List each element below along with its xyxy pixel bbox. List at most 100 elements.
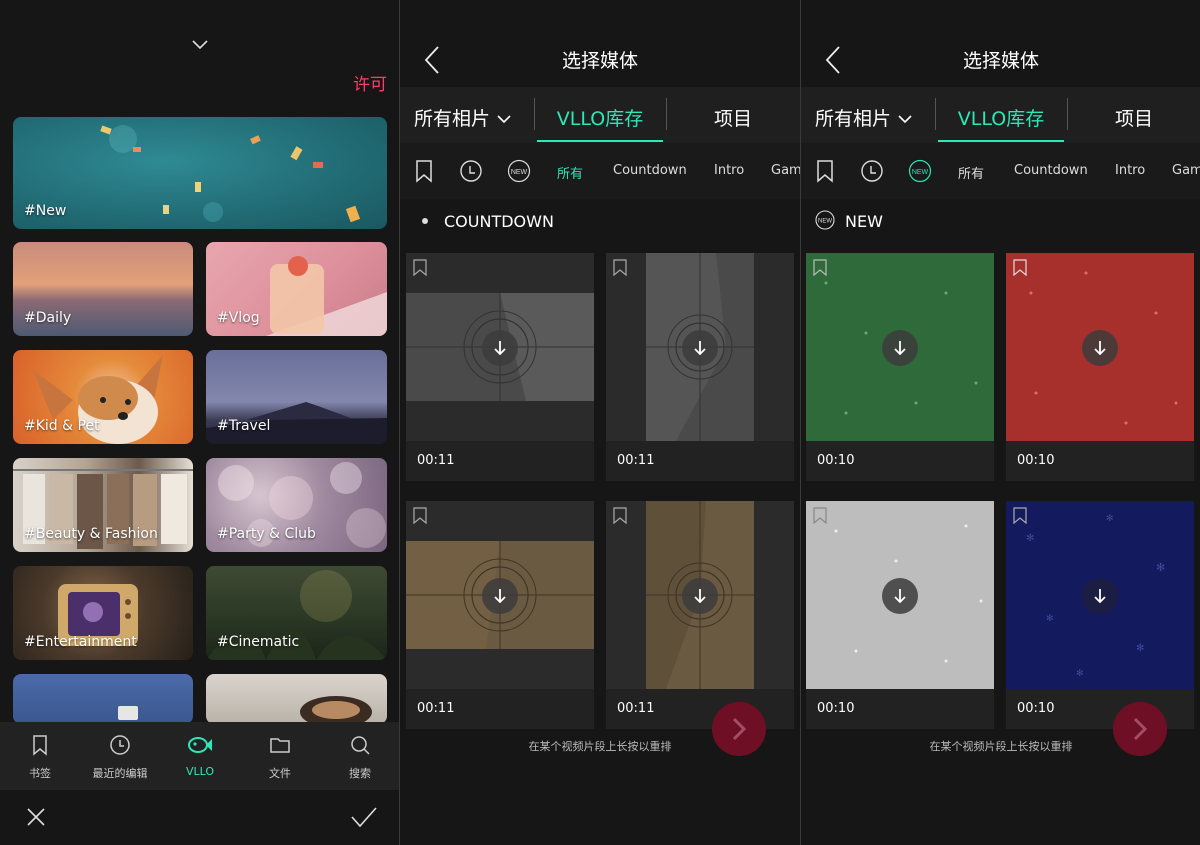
- close-icon[interactable]: [26, 807, 46, 827]
- source-tabs: 所有相片 VLLO库存 项目: [400, 87, 800, 143]
- download-button[interactable]: [1082, 578, 1118, 614]
- bookmark-icon[interactable]: [613, 259, 627, 276]
- tile-label: #Entertainment: [24, 634, 137, 650]
- nav-label: 书签: [29, 767, 51, 780]
- tab-project[interactable]: 项目: [1069, 104, 1199, 131]
- bookmark-icon[interactable]: [1013, 507, 1027, 524]
- media-card[interactable]: 00:11: [406, 253, 594, 481]
- next-button[interactable]: [712, 702, 766, 756]
- allow-button[interactable]: 许可: [353, 70, 387, 95]
- tab-label: 所有相片: [815, 108, 892, 130]
- download-button[interactable]: [882, 330, 918, 366]
- category-tile-kid-pet[interactable]: #Kid & Pet: [13, 350, 193, 444]
- media-thumbnail: [606, 253, 794, 441]
- download-arrow-icon: [1094, 341, 1106, 356]
- tab-vllo-library[interactable]: VLLO库存: [938, 104, 1064, 131]
- category-intro[interactable]: Intro: [714, 163, 744, 178]
- nav-files[interactable]: 文件: [240, 722, 320, 790]
- bookmark-icon[interactable]: [813, 259, 827, 276]
- category-intro[interactable]: Intro: [1115, 163, 1145, 178]
- active-tab-indicator: [938, 140, 1064, 142]
- media-duration: 00:11: [617, 701, 655, 716]
- tab-separator: [534, 98, 535, 130]
- media-card[interactable]: 00:10: [806, 253, 994, 481]
- nav-label: 搜索: [349, 767, 371, 780]
- confetti-image: [100, 125, 361, 223]
- category-tile-partial[interactable]: [13, 674, 193, 724]
- select-media-new-panel: 选择媒体 所有相片 VLLO库存 项目 NEW 所有 Countdown Int…: [801, 0, 1200, 845]
- new-badge-icon: NEW: [908, 159, 932, 183]
- nav-vllo[interactable]: VLLO: [160, 722, 240, 790]
- download-button[interactable]: [482, 330, 518, 366]
- category-game[interactable]: Gam: [1172, 163, 1200, 178]
- media-card[interactable]: 00:10: [806, 501, 994, 729]
- tab-all-photos[interactable]: 所有相片: [414, 104, 512, 131]
- section-bullet: [422, 218, 428, 224]
- search-icon: [351, 736, 370, 755]
- tab-all-photos[interactable]: 所有相片: [815, 104, 913, 131]
- section-title: NEW: [845, 212, 883, 231]
- category-game[interactable]: Gam: [771, 163, 800, 178]
- download-arrow-icon: [1094, 589, 1106, 604]
- category-tile-daily[interactable]: #Daily: [13, 242, 193, 336]
- nav-search[interactable]: 搜索: [320, 722, 399, 790]
- new-filter-chip[interactable]: NEW: [507, 159, 531, 183]
- media-card[interactable]: 00:10: [1006, 253, 1194, 481]
- select-media-countdown-panel: 选择媒体 所有相片 VLLO库存 项目 NEW 所有 Countdown Int…: [400, 0, 800, 845]
- folder-icon: [270, 738, 290, 753]
- category-tile-beauty-fashion[interactable]: #Beauty & Fashion: [13, 458, 193, 552]
- tab-vllo-library[interactable]: VLLO库存: [537, 104, 663, 131]
- bookmark-icon[interactable]: [613, 507, 627, 524]
- category-tile-travel[interactable]: #Travel: [206, 350, 387, 444]
- history-icon[interactable]: [860, 159, 884, 183]
- media-card[interactable]: 00:11: [606, 253, 794, 481]
- next-button[interactable]: [1113, 702, 1167, 756]
- download-button[interactable]: [482, 578, 518, 614]
- bookmark-icon[interactable]: [412, 159, 436, 183]
- category-tile-party-club[interactable]: #Party & Club: [206, 458, 387, 552]
- category-tile-cinematic[interactable]: #Cinematic: [206, 566, 387, 660]
- category-countdown[interactable]: Countdown: [613, 163, 687, 178]
- collapse-chevron-icon[interactable]: [190, 38, 210, 52]
- media-duration: 00:10: [1017, 701, 1055, 716]
- category-bar: NEW 所有 Countdown Intro Gam: [400, 143, 800, 199]
- download-button[interactable]: [1082, 330, 1118, 366]
- category-tile-entertainment[interactable]: #Entertainment: [13, 566, 193, 660]
- media-card[interactable]: 00:11: [606, 501, 794, 729]
- media-thumbnail: [406, 501, 594, 689]
- media-card[interactable]: 00:11: [406, 501, 594, 729]
- bookmark-icon[interactable]: [1013, 259, 1027, 276]
- history-icon: [110, 735, 130, 755]
- category-all[interactable]: 所有: [557, 163, 583, 182]
- bookmark-icon[interactable]: [413, 507, 427, 524]
- media-thumbnail: [806, 501, 994, 689]
- nav-bookmarks[interactable]: 书签: [0, 722, 80, 790]
- media-card[interactable]: ✻ ✻ ✻ ✻ ✻ ✻ 00:10: [1006, 501, 1194, 729]
- category-countdown[interactable]: Countdown: [1014, 163, 1088, 178]
- tab-project[interactable]: 项目: [668, 104, 798, 131]
- tab-separator: [1067, 98, 1068, 130]
- bookmark-icon[interactable]: [413, 259, 427, 276]
- category-tile-partial[interactable]: [206, 674, 387, 724]
- confirm-check-icon[interactable]: [350, 805, 378, 829]
- download-button[interactable]: [882, 578, 918, 614]
- tile-label: #Daily: [24, 310, 72, 326]
- category-tile-vlog[interactable]: #Vlog: [206, 242, 387, 336]
- history-icon[interactable]: [459, 159, 483, 183]
- nav-recent-edits[interactable]: 最近的编辑: [80, 722, 160, 790]
- category-bar: NEW 所有 Countdown Intro Gam: [801, 143, 1200, 199]
- download-button[interactable]: [682, 330, 718, 366]
- category-all[interactable]: 所有: [958, 163, 984, 182]
- tile-label: #Party & Club: [217, 526, 316, 542]
- nav-label: 文件: [269, 767, 291, 780]
- bookmark-icon[interactable]: [813, 507, 827, 524]
- stock-category-panel: 许可 #New #Daily #Vlog #Kid & Pet #Travel …: [0, 0, 399, 845]
- download-button[interactable]: [682, 578, 718, 614]
- new-section-text: NEW: [818, 219, 832, 225]
- active-tab-indicator: [537, 140, 663, 142]
- bookmark-icon[interactable]: [813, 159, 837, 183]
- category-tile-new[interactable]: #New: [13, 117, 387, 229]
- page-title: 选择媒体: [561, 50, 638, 72]
- nav-label: 最近的编辑: [92, 767, 148, 780]
- new-filter-chip[interactable]: NEW: [908, 159, 932, 183]
